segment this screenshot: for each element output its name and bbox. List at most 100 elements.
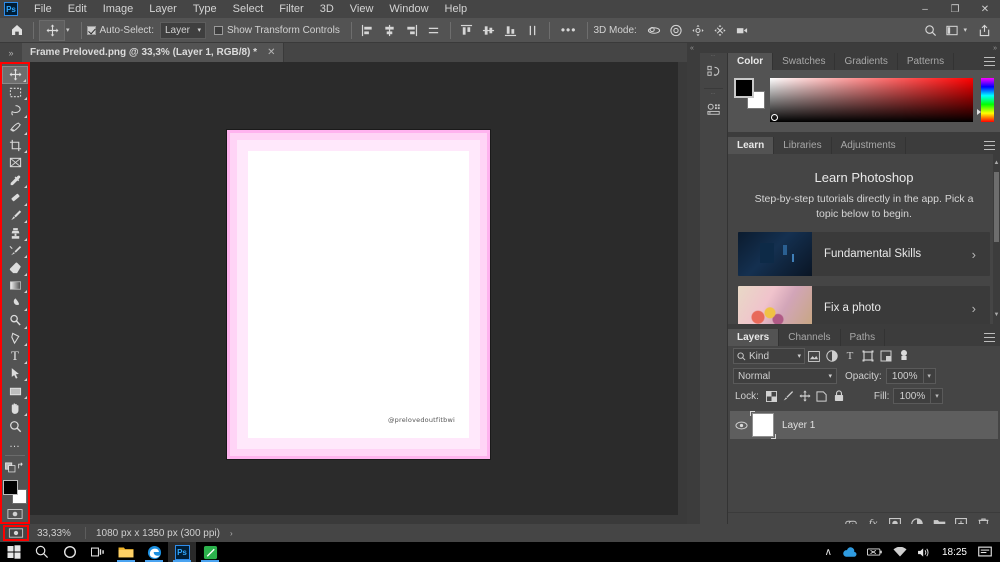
home-icon[interactable] [6,20,28,41]
gradient-tool[interactable] [2,277,28,295]
artboard[interactable]: @prelovedoutfitbwi [227,130,490,459]
crop-tool[interactable] [2,136,28,154]
menu-select[interactable]: Select [225,0,272,18]
move-tool[interactable] [2,66,28,84]
opacity-input[interactable]: 100% [886,368,924,384]
fill-chevron-down-icon[interactable]: ▾ [931,388,943,404]
align-horizontal-centers-icon[interactable] [379,20,401,41]
canvas-vertical-scrollbar[interactable] [678,62,687,524]
zoom-3d-camera-icon[interactable] [731,20,753,41]
battery-icon[interactable] [862,547,888,557]
filter-type-layers-icon[interactable]: T [841,348,859,365]
lock-artboard-nesting-icon[interactable] [814,388,831,405]
blur-tool[interactable] [2,294,28,312]
lock-all-icon[interactable] [831,388,848,405]
tab-channels[interactable]: Channels [779,329,840,346]
filter-adjustment-layers-icon[interactable] [823,348,841,365]
move-tool-icon[interactable] [39,20,65,41]
tab-adjustments[interactable]: Adjustments [832,137,906,154]
type-tool[interactable]: T [2,347,28,365]
auto-select-checkbox[interactable] [87,26,96,35]
tab-learn[interactable]: Learn [728,137,774,154]
hand-tool[interactable] [2,400,28,418]
dodge-tool[interactable] [2,312,28,330]
slide-3d-icon[interactable] [709,20,731,41]
roll-3d-icon[interactable] [665,20,687,41]
restore-button[interactable]: ❐ [940,0,970,18]
eye-icon[interactable] [730,421,752,430]
volume-icon[interactable] [912,547,936,558]
menu-layer[interactable]: Layer [141,0,185,18]
taskbar-microsoft-edge[interactable] [140,542,168,562]
onedrive-icon[interactable] [837,547,862,558]
foreground-color-swatch[interactable] [3,480,18,495]
status-expand-arrow-icon[interactable]: › [230,529,233,538]
collapse-dock-right-icon[interactable]: » [993,45,997,52]
pen-tool[interactable] [2,330,28,348]
notifications-icon[interactable] [973,546,1000,558]
lock-position-icon[interactable] [797,388,814,405]
lasso-tool[interactable] [2,101,28,119]
quick-mask-icon[interactable] [4,507,26,522]
filter-toggle-icon[interactable] [895,348,913,365]
menu-view[interactable]: View [342,0,382,18]
frame-tool[interactable] [2,154,28,172]
tab-gradients[interactable]: Gradients [835,53,897,70]
menu-filter[interactable]: Filter [271,0,311,18]
taskbar-green-app[interactable] [196,542,224,562]
orbit-3d-icon[interactable] [643,20,665,41]
tab-swatches[interactable]: Swatches [773,53,835,70]
menu-3d[interactable]: 3D [312,0,342,18]
search-icon[interactable] [919,20,941,41]
color-ramp[interactable] [770,78,973,122]
blend-mode-dropdown[interactable]: Normal ▾ [733,368,837,384]
layer-list[interactable]: Layer 1 [728,408,1000,511]
path-selection-tool[interactable] [2,365,28,383]
panel-menu-icon[interactable] [984,333,995,342]
actions-panel-icon[interactable] [700,96,728,124]
distribute-horizontal-icon[interactable] [423,20,445,41]
auto-select-target-dropdown[interactable]: Layer ▾ [160,22,206,39]
learn-card-fix-a-photo[interactable]: Fix a photo › [738,286,990,324]
eraser-tool[interactable] [2,259,28,277]
share-icon[interactable] [973,20,995,41]
layer-name[interactable]: Layer 1 [782,420,815,431]
tab-paths[interactable]: Paths [841,329,886,346]
search-icon[interactable] [28,542,56,562]
learn-card-fundamental-skills[interactable]: Fundamental Skills › [738,232,990,276]
hue-slider[interactable] [981,78,994,122]
pan-3d-icon[interactable] [687,20,709,41]
tab-overflow-icon[interactable]: » [0,43,22,62]
layer-thumbnail[interactable] [752,413,774,437]
zoom-tool[interactable] [2,417,28,435]
collapse-dock-left-icon[interactable]: « [690,45,694,52]
align-top-edges-icon[interactable] [456,20,478,41]
quick-mask-toggle-icon[interactable] [3,525,29,541]
scroll-up-icon[interactable]: ▲ [993,158,1000,168]
history-brush-tool[interactable] [2,242,28,260]
taskbar-adobe-photoshop[interactable]: Ps [168,542,196,562]
menu-window[interactable]: Window [381,0,436,18]
menu-type[interactable]: Type [185,0,225,18]
layer-filter-kind-dropdown[interactable]: Kind ▾ [733,348,805,364]
document-tab[interactable]: Frame Preloved.png @ 33,3% (Layer 1, RGB… [22,43,284,62]
rectangular-marquee-tool[interactable] [2,84,28,102]
object-selection-tool[interactable] [2,119,28,137]
menu-file[interactable]: File [26,0,60,18]
default-and-swap-colors[interactable] [2,457,28,475]
filter-smart-objects-icon[interactable] [877,348,895,365]
filter-shape-layers-icon[interactable] [859,348,877,365]
windows-start-icon[interactable] [0,542,28,562]
brush-tool[interactable] [2,207,28,225]
filter-pixel-layers-icon[interactable] [805,348,823,365]
more-options-button[interactable]: ••• [555,23,583,37]
task-view-icon[interactable] [84,542,112,562]
clone-stamp-tool[interactable] [2,224,28,242]
clock[interactable]: 18:25 [936,547,973,558]
align-right-edges-icon[interactable] [401,20,423,41]
canvas-area[interactable]: @prelovedoutfitbwi [30,62,687,524]
spot-healing-brush-tool[interactable] [2,189,28,207]
tray-chevron-up-icon[interactable]: ∧ [820,547,837,558]
cortana-icon[interactable] [56,542,84,562]
align-bottom-edges-icon[interactable] [500,20,522,41]
